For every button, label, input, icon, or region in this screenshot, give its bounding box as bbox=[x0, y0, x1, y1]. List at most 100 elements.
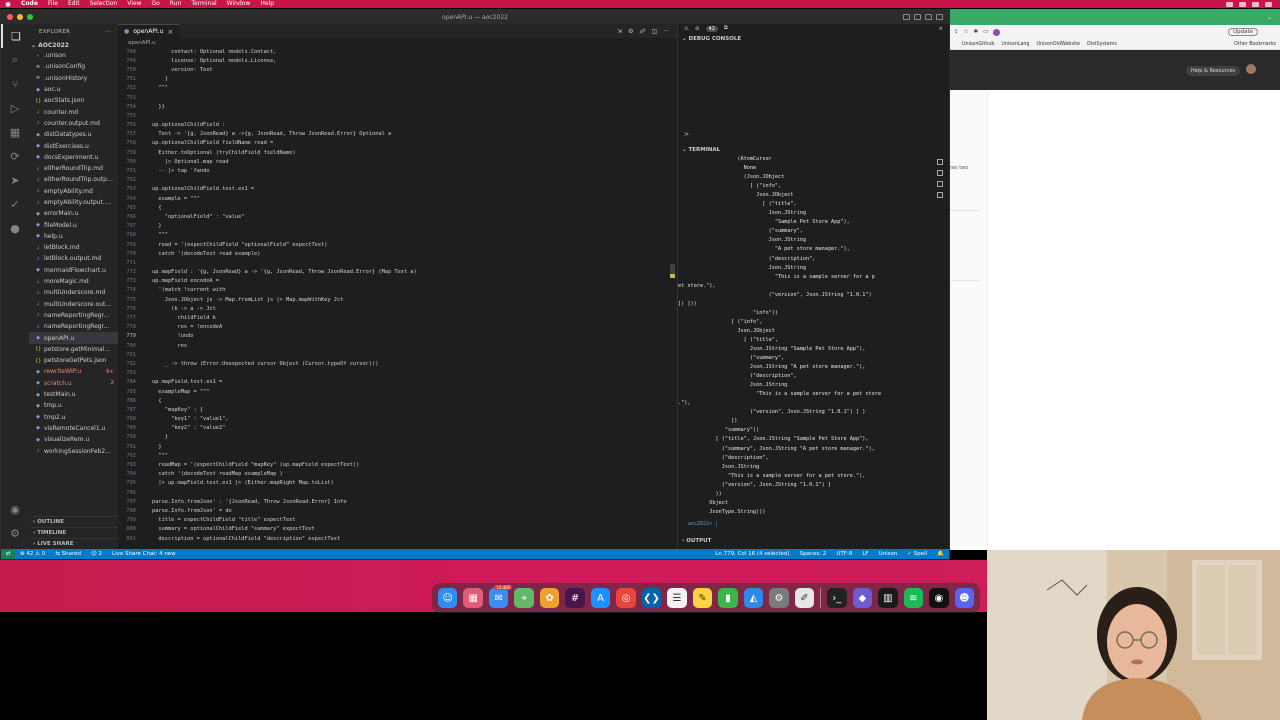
file-item[interactable]: ↓ emptyAbility.output.md bbox=[29, 197, 118, 208]
file-item[interactable]: ◆ visRemoteCancel1.u bbox=[29, 423, 118, 434]
code-line[interactable]: 795 |> up.mapField.test.ex1 |> (Either.m… bbox=[118, 479, 677, 488]
live-share-broadcast-icon[interactable]: ⇲ bbox=[617, 28, 622, 35]
file-item[interactable]: ≡ .unisonHistory bbox=[29, 73, 118, 84]
settings-icon[interactable]: ⚙ bbox=[628, 28, 633, 35]
code-line[interactable]: 774 '(match !current with bbox=[118, 286, 677, 295]
code-line[interactable]: 799 title = expectChildField "title" exp… bbox=[118, 516, 677, 525]
breadcrumb-file[interactable]: openAPI.u bbox=[128, 40, 156, 46]
terminal-list-icon[interactable] bbox=[937, 192, 943, 198]
bookmark-unisonlang[interactable]: UnisonLang bbox=[1001, 42, 1029, 47]
other-bookmarks[interactable]: Other Bookmarks bbox=[1234, 42, 1280, 47]
file-item[interactable]: ◆ help.u bbox=[29, 231, 118, 242]
encoding-status[interactable]: UTF-8 bbox=[831, 551, 857, 557]
obs-icon[interactable]: ◉ bbox=[929, 588, 949, 608]
user-avatar[interactable] bbox=[1246, 64, 1256, 74]
explorer-icon[interactable]: ❏ bbox=[1, 24, 29, 48]
code-line[interactable]: 768 """ bbox=[118, 231, 677, 240]
code-line[interactable]: 752 """ bbox=[118, 84, 677, 93]
code-line[interactable]: 793 readMap = '(expectChildField "mapKey… bbox=[118, 460, 677, 469]
finder-icon[interactable]: ☺ bbox=[437, 588, 458, 608]
file-item[interactable]: ↓ moreMagic.md bbox=[29, 276, 118, 287]
code-line[interactable]: 758 up.optionalChildField fieldName read … bbox=[118, 139, 677, 148]
code-line[interactable]: 754 }} bbox=[118, 102, 677, 111]
share-icon[interactable]: ⇪ bbox=[954, 29, 959, 35]
code-line[interactable]: 757 Text -> '{g, JsonRead} a ->{g, JsonR… bbox=[118, 130, 677, 139]
code-line[interactable]: 777 childField k bbox=[118, 313, 677, 322]
code-line[interactable]: 769 read = '(expectChildField "optionalF… bbox=[118, 240, 677, 249]
code-line[interactable]: 759 Either.toOptional (tryChildField fie… bbox=[118, 148, 677, 157]
maps-icon[interactable]: ⌖ bbox=[514, 588, 534, 608]
file-item[interactable]: ↓ letBlock.md bbox=[29, 242, 118, 253]
code-line[interactable]: 775 Json.JObject js -> Map.fromList js |… bbox=[118, 295, 677, 304]
close-panel-icon[interactable]: × bbox=[938, 26, 949, 32]
live-share-section[interactable]: › LIVE SHARE bbox=[29, 538, 118, 549]
file-item[interactable]: ◆ openAPI.u bbox=[29, 332, 118, 344]
code-view[interactable]: 748 contact: Optional models.Contact, 749… bbox=[118, 47, 677, 549]
indentation-status[interactable]: Spaces: 2 bbox=[795, 551, 832, 557]
code-line[interactable]: 789 "key2" : "value2" bbox=[118, 424, 677, 433]
run-debug-icon[interactable]: ▷ bbox=[1, 96, 29, 120]
new-terminal-icon[interactable] bbox=[937, 159, 943, 165]
keynote-icon[interactable]: ◭ bbox=[743, 588, 764, 608]
language-mode[interactable]: Unison bbox=[874, 551, 903, 557]
file-item[interactable]: ≡ .unisonConfig bbox=[29, 61, 118, 72]
testing-icon[interactable]: ✓ bbox=[1, 192, 29, 216]
code-line[interactable]: 764 example = """ bbox=[118, 194, 677, 203]
terminal-output[interactable]: (AtomCursor None (Json.JObject [ ("info"… bbox=[678, 155, 949, 535]
file-item[interactable]: ↓ counter.output.md bbox=[29, 118, 118, 129]
photos-icon[interactable]: ✿ bbox=[539, 588, 560, 608]
warning-icon[interactable]: ⚠ bbox=[684, 26, 689, 32]
debug-console-header[interactable]: ⌄ DEBUG CONSOLE bbox=[678, 33, 949, 44]
code-line[interactable]: 761 -- |> tap 'fando bbox=[118, 166, 677, 175]
source-control-icon[interactable]: ⑂ bbox=[1, 72, 29, 96]
code-line[interactable]: 788 "key1" : "value1", bbox=[118, 415, 677, 424]
code-line[interactable]: 792 """ bbox=[118, 451, 677, 460]
code-line[interactable]: 749 license: Optional models.License, bbox=[118, 56, 677, 65]
problems-icon[interactable]: ⊘ bbox=[695, 26, 700, 32]
code-line[interactable]: 790 } bbox=[118, 433, 677, 442]
code-line[interactable]: 798 parse.Info.fromJson' = do bbox=[118, 506, 677, 515]
menu-terminal[interactable]: Terminal bbox=[186, 0, 221, 8]
code-line[interactable]: 750 version: Text bbox=[118, 65, 677, 74]
maximize-icon[interactable]: ⧉ bbox=[724, 25, 728, 32]
file-item[interactable]: ◆ errorMain.u bbox=[29, 208, 118, 219]
debug-console-body[interactable]: > bbox=[678, 44, 949, 144]
file-item[interactable]: ↓ nameReportingRegr... bbox=[29, 321, 118, 332]
settings-gear-icon[interactable]: ⚙ bbox=[1, 521, 29, 545]
code-line[interactable]: 755 bbox=[118, 111, 677, 120]
vscode-icon[interactable]: ❮❯ bbox=[641, 588, 662, 608]
outline-section[interactable]: › OUTLINE bbox=[29, 516, 118, 527]
file-item[interactable]: ◆ scratch.u 2 bbox=[29, 378, 118, 389]
file-item[interactable]: ↓ multiUnderscore.out... bbox=[29, 299, 118, 310]
menu-run[interactable]: Run bbox=[165, 0, 187, 8]
file-item[interactable]: ◆ distExercises.u bbox=[29, 140, 118, 151]
discord-icon[interactable]: ☻ bbox=[954, 588, 975, 608]
terminal-prompt[interactable]: aoc2022> | bbox=[688, 521, 718, 527]
slack-icon[interactable]: # bbox=[565, 588, 585, 608]
spell-check-status[interactable]: ✓ Spell bbox=[902, 551, 932, 557]
follow-icon[interactable]: ☍ bbox=[640, 28, 646, 35]
tab-search-icon[interactable]: ⌄ bbox=[1267, 14, 1280, 21]
sidebar-icon[interactable]: ▭ bbox=[983, 29, 988, 35]
file-item[interactable]: ◆ tmp2.u bbox=[29, 412, 118, 423]
close-tab-icon[interactable]: × bbox=[167, 28, 173, 36]
code-line[interactable]: 787 "mapKey" : { bbox=[118, 405, 677, 414]
breadcrumb[interactable]: openAPI.u bbox=[118, 38, 677, 47]
kill-terminal-icon[interactable] bbox=[937, 181, 943, 187]
code-line[interactable]: 765 { bbox=[118, 203, 677, 212]
bookmark-unisongithub[interactable]: UnisonGithub bbox=[962, 42, 994, 47]
more-actions-icon[interactable]: ··· bbox=[663, 28, 669, 35]
chrome-icon[interactable]: ◎ bbox=[616, 588, 636, 608]
code-line[interactable]: 776 (k -> a -> Jct bbox=[118, 304, 677, 313]
update-button[interactable]: Update bbox=[1228, 28, 1258, 36]
file-item[interactable]: {} petstore.getMinimal... bbox=[29, 344, 118, 355]
notes-icon[interactable]: ✎ bbox=[692, 588, 713, 608]
code-line[interactable]: 763 up.optionalChildField.test.ex1 = bbox=[118, 185, 677, 194]
code-line[interactable]: 766 "optionalField" : "value" bbox=[118, 212, 677, 221]
code-line[interactable]: 779 !undo bbox=[118, 332, 677, 341]
help-resources-button[interactable]: Help & Resources bbox=[1185, 66, 1240, 76]
timeline-section[interactable]: › TIMELINE bbox=[29, 527, 118, 538]
file-item[interactable]: ↓ workingSessionFeb2... bbox=[29, 445, 118, 456]
code-line[interactable]: 748 contact: Optional models.Contact, bbox=[118, 47, 677, 56]
terminal-header[interactable]: ⌄ TERMINAL bbox=[678, 144, 949, 155]
